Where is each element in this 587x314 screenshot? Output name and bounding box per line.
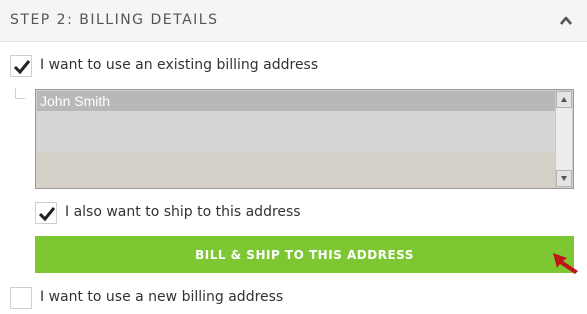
- triangle-up-icon: [561, 97, 567, 102]
- new-address-label: I want to use a new billing address: [40, 289, 284, 305]
- billing-section-header[interactable]: STEP 2: BILLING DETAILS: [0, 0, 587, 42]
- scroll-down-button[interactable]: [556, 170, 572, 187]
- chevron-up-icon[interactable]: [559, 14, 573, 28]
- ship-to-address-checkbox[interactable]: [35, 202, 57, 224]
- existing-address-checkbox[interactable]: [10, 55, 32, 77]
- list-empty-area: [37, 111, 555, 152]
- section-title: STEP 2: BILLING DETAILS: [10, 12, 219, 28]
- address-listbox[interactable]: John Smith: [35, 89, 574, 189]
- checkmark-icon: [13, 60, 31, 75]
- checkmark-icon: [38, 207, 56, 222]
- address-option-selected[interactable]: John Smith: [37, 91, 555, 111]
- triangle-down-icon: [561, 176, 567, 181]
- scroll-up-button[interactable]: [556, 91, 572, 108]
- tree-connector: [15, 88, 25, 99]
- existing-address-label: I want to use an existing billing addres…: [40, 57, 319, 73]
- address-option-label: John Smith: [40, 93, 111, 109]
- ship-to-address-label: I also want to ship to this address: [65, 204, 301, 220]
- bill-ship-button[interactable]: BILL & SHIP TO THIS ADDRESS: [35, 236, 574, 273]
- pointer-arrow-icon: [553, 253, 578, 274]
- listbox-scrollbar[interactable]: [555, 91, 572, 187]
- new-address-checkbox[interactable]: [10, 287, 32, 309]
